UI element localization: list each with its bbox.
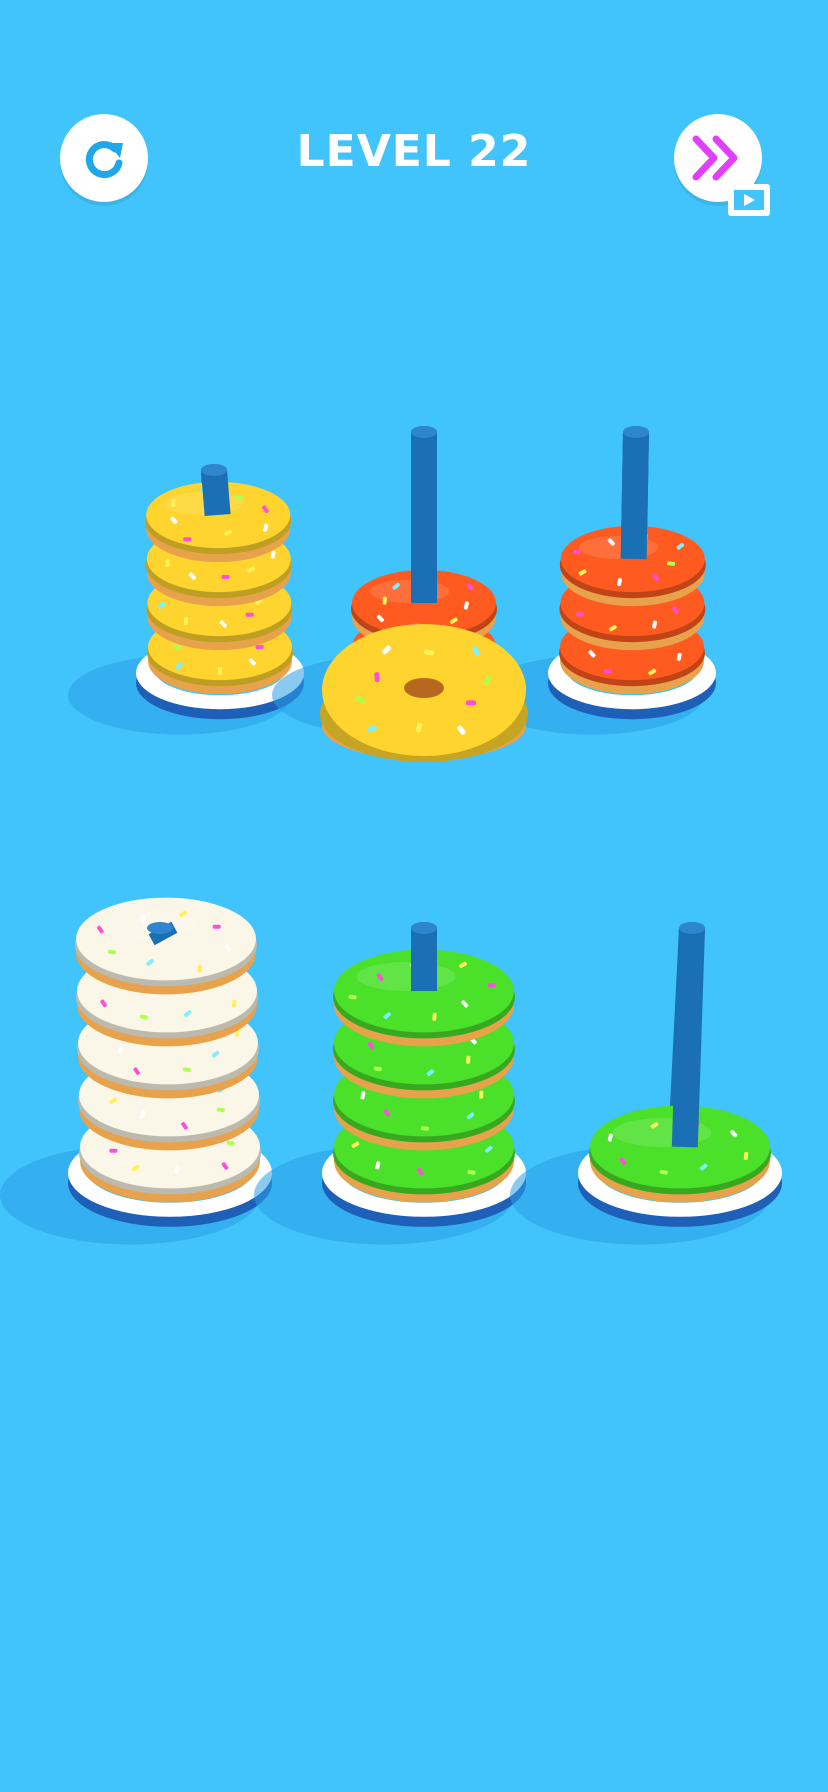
- donut-hole: [404, 678, 444, 698]
- peg-top: [620, 431, 649, 560]
- game-board: [0, 426, 782, 1245]
- peg-stack[interactable]: [254, 922, 526, 1245]
- donut-ring: [75, 897, 257, 995]
- peg-top: [201, 468, 231, 517]
- peg-stack[interactable]: [68, 464, 304, 735]
- lifted-donut-ring[interactable]: [320, 624, 528, 762]
- peg-stack[interactable]: [510, 922, 782, 1245]
- peg-top: [671, 927, 705, 1148]
- game-screen: LEVEL 22: [0, 0, 828, 1792]
- peg-stack[interactable]: [0, 897, 272, 1245]
